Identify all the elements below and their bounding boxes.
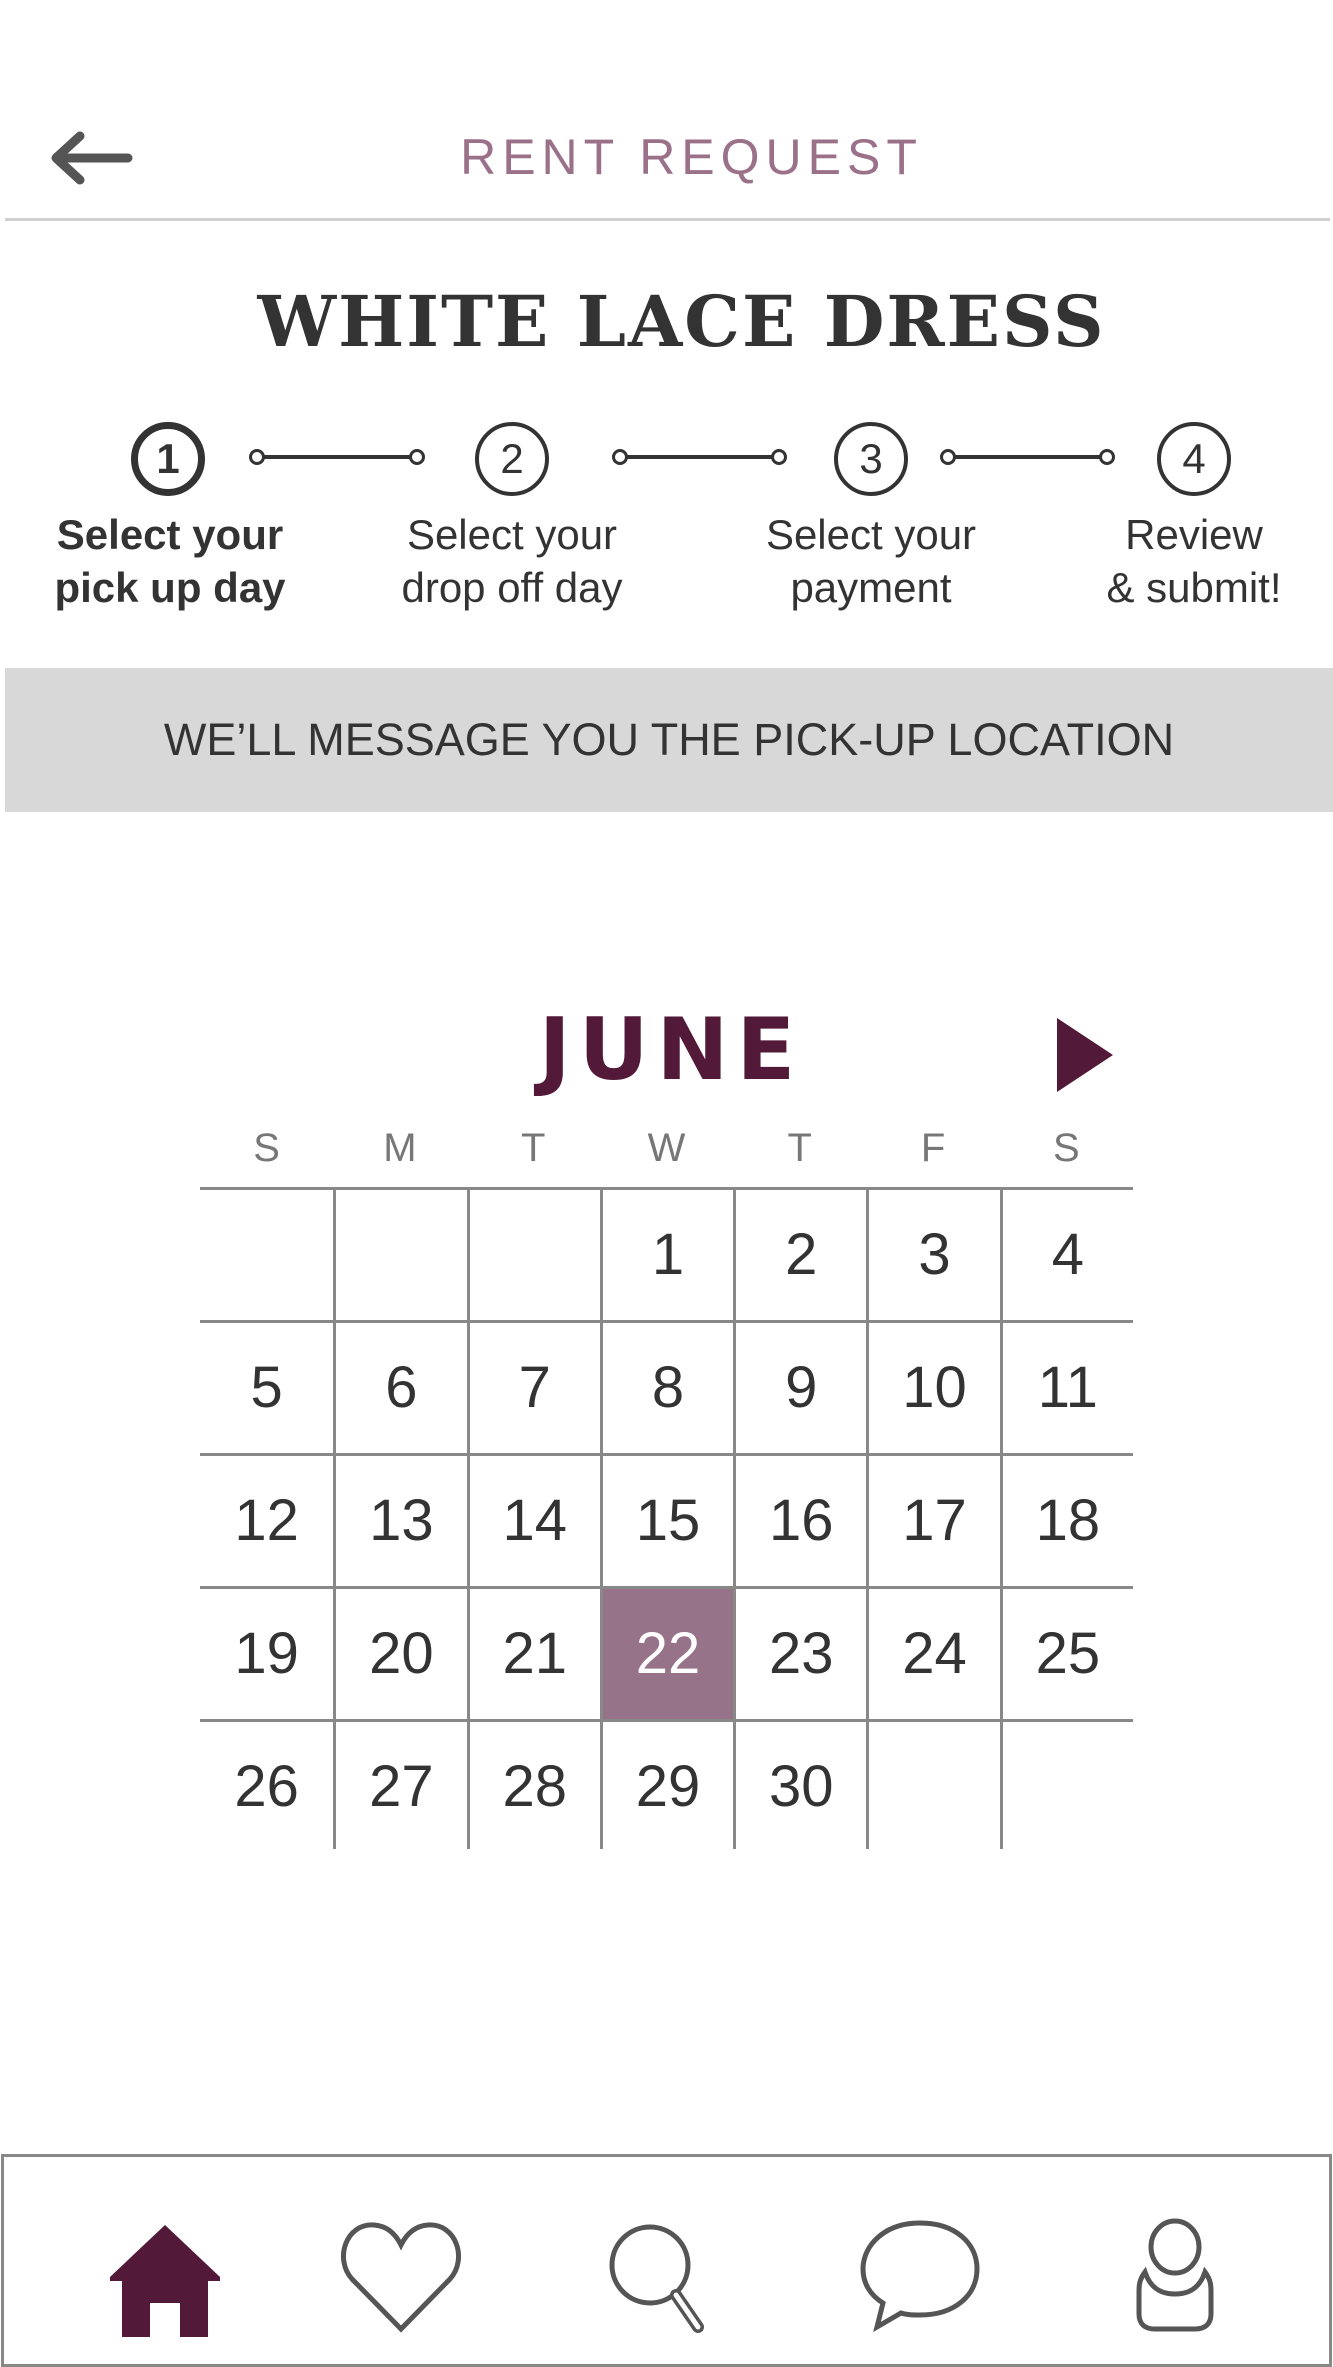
calendar-day[interactable]: 20: [333, 1589, 466, 1719]
calendar-month: JUNE: [538, 1000, 804, 1100]
weekday-label: S: [1052, 1126, 1080, 1170]
calendar-day[interactable]: 7: [466, 1323, 600, 1453]
profile-icon[interactable]: [1110, 2217, 1240, 2337]
calendar-day[interactable]: 19: [200, 1589, 333, 1719]
step-1-circle: 1: [131, 422, 205, 496]
calendar-day[interactable]: 26: [200, 1722, 333, 1849]
header-divider: [5, 218, 1330, 221]
weekday-label: M: [383, 1126, 417, 1170]
weekday-label: S: [253, 1126, 280, 1170]
calendar-week-row: 26 27 28 29 30: [200, 1722, 1133, 1849]
calendar-day[interactable]: 28: [466, 1722, 600, 1849]
calendar-empty-cell: [866, 1722, 999, 1849]
calendar-day[interactable]: 11: [999, 1323, 1133, 1453]
calendar-day[interactable]: 13: [333, 1456, 466, 1586]
calendar-day[interactable]: 21: [466, 1589, 600, 1719]
step-3-circle: 3: [834, 422, 908, 496]
calendar-day[interactable]: 3: [866, 1190, 999, 1320]
weekday-label: W: [647, 1126, 686, 1170]
step-2-label: Select your drop off day: [401, 511, 623, 611]
calendar-day[interactable]: 27: [333, 1722, 466, 1849]
calendar-day[interactable]: 18: [999, 1456, 1133, 1586]
calendar-empty-cell: [466, 1190, 600, 1320]
bottom-nav: [1, 2154, 1332, 2367]
calendar-day[interactable]: 25: [999, 1589, 1133, 1719]
calendar-day[interactable]: 29: [599, 1722, 733, 1849]
step-connector: [612, 449, 787, 465]
step-connector: [249, 449, 425, 465]
calendar-empty-cell: [200, 1190, 333, 1320]
calendar-day[interactable]: 10: [866, 1323, 999, 1453]
calendar-day[interactable]: 9: [733, 1323, 866, 1453]
item-title: WHITE LACE DRESS: [257, 280, 1106, 363]
calendar-day-selected[interactable]: 22: [599, 1589, 734, 1719]
step-4-label: Review & submit!: [1106, 511, 1282, 611]
calendar-day[interactable]: 5: [200, 1323, 333, 1453]
step-2-circle: 2: [475, 422, 549, 496]
calendar-week-row: 12 13 14 15 16 17 18: [200, 1456, 1133, 1589]
calendar-day[interactable]: 17: [866, 1456, 999, 1586]
page-title: RENT REQUEST: [460, 129, 923, 185]
calendar-day[interactable]: 24: [866, 1589, 999, 1719]
calendar-day[interactable]: 23: [733, 1589, 866, 1719]
calendar-empty-cell: [333, 1190, 466, 1320]
calendar-day[interactable]: 1: [599, 1190, 733, 1320]
step-3-label: Select your payment: [765, 511, 977, 611]
calendar-grid: 1 2 3 4 5 6 7 8 9 10 11 12 13 14 15 16 17 18 19 20 21 22 23 24 2…: [200, 1187, 1133, 1849]
weekday-label: F: [920, 1126, 946, 1170]
calendar-day[interactable]: 2: [733, 1190, 866, 1320]
step-connector: [940, 449, 1115, 465]
step-4-circle: 4: [1157, 422, 1231, 496]
calendar-day[interactable]: 12: [200, 1456, 333, 1586]
calendar-week-row: 1234: [200, 1190, 1133, 1323]
calendar-day[interactable]: 14: [466, 1456, 600, 1586]
weekday-label: T: [787, 1126, 812, 1170]
calendar-day[interactable]: 6: [333, 1323, 466, 1453]
home-icon[interactable]: [100, 2217, 230, 2337]
next-month-icon[interactable]: [1057, 1018, 1113, 1092]
search-icon[interactable]: [594, 2217, 724, 2337]
chat-icon[interactable]: [855, 2217, 985, 2337]
calendar-day[interactable]: 4: [999, 1190, 1133, 1320]
calendar-week-row: 5 6 7 8 9 10 11: [200, 1323, 1133, 1456]
calendar-week-row: 19 20 21 22 23 24 25: [200, 1589, 1133, 1722]
calendar-day[interactable]: 8: [599, 1323, 733, 1453]
calendar-day[interactable]: 16: [733, 1456, 866, 1586]
calendar-day[interactable]: 30: [733, 1722, 866, 1849]
step-1-label: Select your pick up day: [54, 511, 286, 611]
pickup-info-banner: WE’LL MESSAGE YOU THE PICK-UP LOCATION: [5, 668, 1333, 812]
calendar-empty-cell: [999, 1722, 1133, 1849]
weekday-header: SMTWTFS: [200, 1126, 1133, 1171]
calendar-day[interactable]: 15: [599, 1456, 733, 1586]
heart-icon[interactable]: [336, 2217, 466, 2337]
weekday-label: T: [520, 1126, 546, 1170]
